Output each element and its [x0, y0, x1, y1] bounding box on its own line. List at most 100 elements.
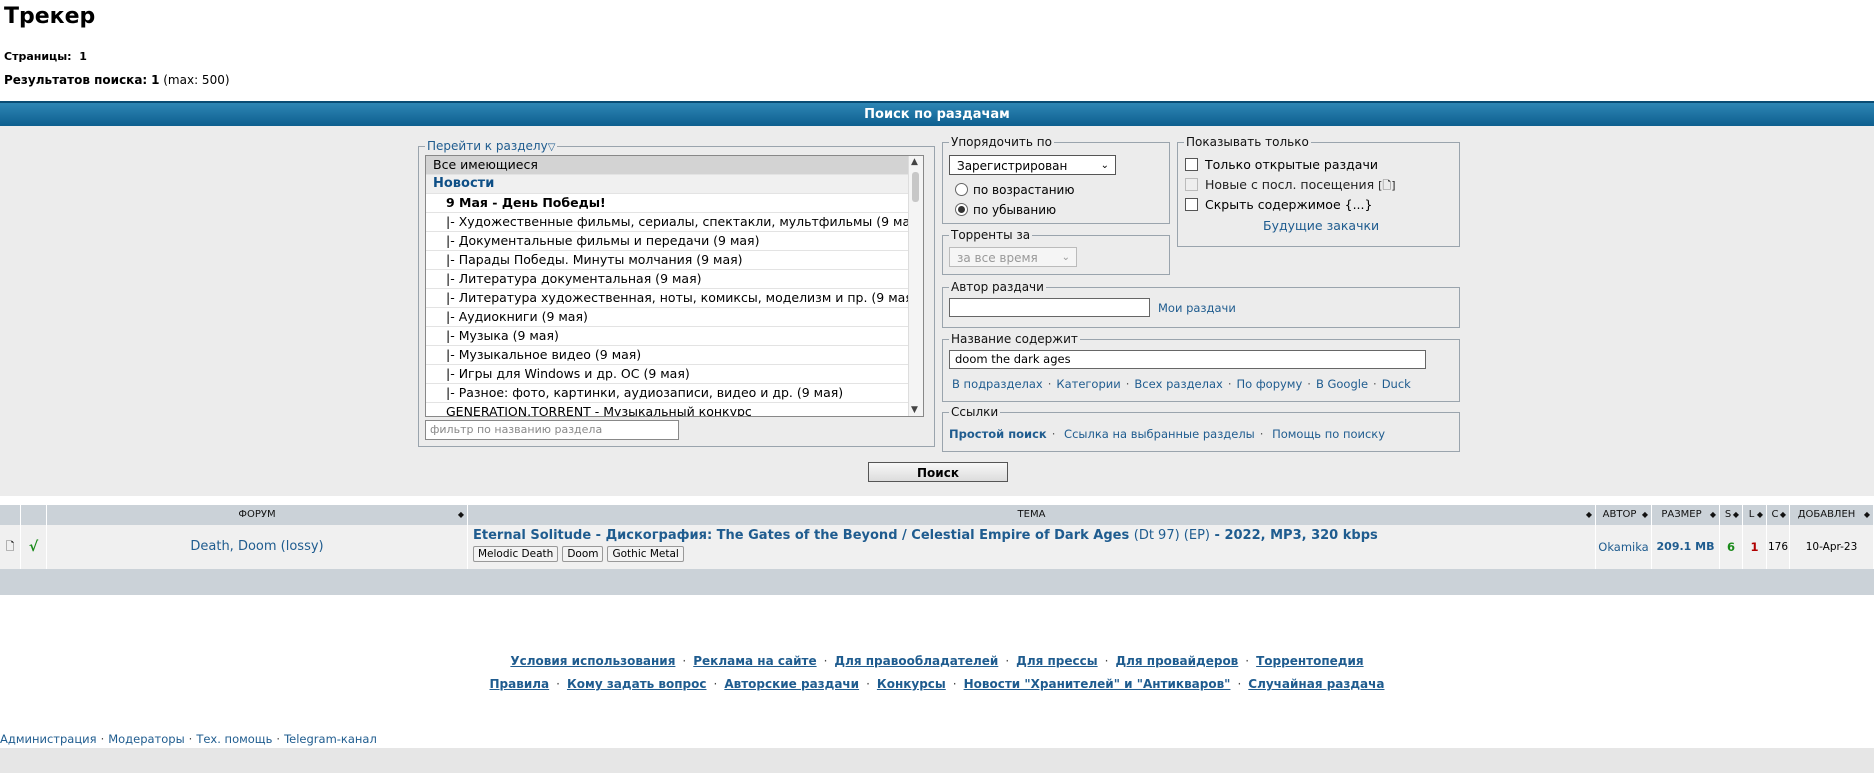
col-seeds-header[interactable]: S ◆ [1720, 505, 1743, 525]
forum-option[interactable]: |- Документальные фильмы и передачи (9 м… [426, 232, 923, 251]
pages-indicator: Страницы: 1 [4, 50, 87, 63]
link-separator: · [100, 732, 105, 746]
section-filter-input[interactable]: фильтр по названию раздела [425, 420, 679, 440]
forum-option[interactable]: Все имеющиеся [426, 156, 923, 175]
sort-desc-radio[interactable]: по убыванию [955, 203, 1056, 217]
pages-value[interactable]: 1 [79, 50, 87, 63]
forum-option[interactable]: Новости [426, 175, 923, 194]
link-separator: · [1227, 377, 1232, 391]
period-select-value: за все время [957, 251, 1038, 265]
col-author-header[interactable]: АВТОР ◆ [1596, 505, 1652, 525]
bottom-bar [0, 748, 1874, 773]
col-leech-header[interactable]: L ◆ [1743, 505, 1767, 525]
sort-select[interactable]: Зарегистрирован ⌄ [949, 155, 1116, 175]
row-forum-link[interactable]: Death, Doom (lossy) [47, 525, 468, 569]
footer-link[interactable]: Правила [490, 677, 550, 691]
link-separator: · [713, 677, 718, 691]
search-scope-link[interactable]: В Google [1316, 377, 1368, 391]
footer-link[interactable]: Реклама на сайте [693, 654, 816, 668]
search-scope-link[interactable]: Всех разделах [1134, 377, 1222, 391]
tag-badge[interactable]: Melodic Death [473, 546, 559, 562]
forum-option[interactable]: |- Литература художественная, ноты, коми… [426, 289, 923, 308]
row-size-link[interactable]: 209.1 MB ↓ [1652, 525, 1720, 597]
bottom-link[interactable]: Telegram-канал [284, 732, 377, 746]
bottom-link[interactable]: Администрация [0, 732, 97, 746]
sort-icon: ◆ [1732, 510, 1739, 519]
forum-option[interactable]: 9 Мая - День Победы! [426, 194, 923, 213]
period-select[interactable]: за все время ⌄ [949, 247, 1077, 267]
link-separator: · [556, 677, 560, 691]
link-separator: · [188, 732, 193, 746]
forum-option[interactable]: |- Аудиокниги (9 мая) [426, 308, 923, 327]
open-only-label: Только открытые раздачи [1205, 157, 1378, 172]
footer-link[interactable]: Для правообладателей [834, 654, 998, 668]
hide-content-checkbox[interactable]: Скрыть содержимое {...} [1185, 197, 1372, 212]
search-scope-link[interactable]: По форуму [1236, 377, 1302, 391]
tag-badge[interactable]: Gothic Metal [607, 546, 684, 562]
future-downloads-link[interactable]: Будущие закачки [1263, 218, 1379, 233]
file-icon: 🗋 [0, 525, 21, 569]
scroll-down-icon[interactable]: ▼ [911, 405, 918, 415]
forum-option[interactable]: |- Музыкальное видео (9 мая) [426, 346, 923, 365]
footer-link[interactable]: Авторские раздачи [724, 677, 859, 691]
link-separator: · [1307, 377, 1311, 391]
search-scope-link[interactable]: Duck [1382, 377, 1411, 391]
forum-option[interactable]: |- Игры для Windows и др. ОС (9 мая) [426, 365, 923, 384]
bottom-link[interactable]: Тех. помощь [196, 732, 272, 746]
results-table-header: ФОРУМ ◆ ТЕМА ◆ АВТОР ◆ РАЗМЕР ◆ S ◆ L ◆ С ◆ ДОБ… [0, 505, 1874, 525]
forum-option[interactable]: |- Музыка (9 мая) [426, 327, 923, 346]
my-torrents-link[interactable]: Мои раздачи [1158, 301, 1236, 315]
search-help-link[interactable]: Помощь по поиску [1272, 427, 1385, 441]
forum-options: Все имеющиеся Новости 9 Мая - День Победы!… [426, 156, 923, 416]
row-seeds: 6 [1720, 525, 1743, 569]
footer-link[interactable]: Кому задать вопрос [567, 677, 707, 691]
results-max: (max: 500) [163, 73, 230, 87]
scroll-up-icon[interactable]: ▲ [911, 157, 918, 167]
title-search-input[interactable]: doom the dark ages [949, 350, 1426, 369]
topic-title-link[interactable]: Eternal Solitude - Дискография: The Gate… [473, 528, 1590, 543]
forum-option[interactable]: |- Литература документальная (9 мая) [426, 270, 923, 289]
link-separator: · [1237, 677, 1242, 691]
footer-links-row1: Условия использования · Реклама на сайте · Д… [0, 654, 1874, 668]
footer-link[interactable]: Торрентопедия [1256, 654, 1363, 668]
approved-check-icon: √ [21, 525, 47, 569]
footer-link[interactable]: Для прессы [1016, 654, 1097, 668]
open-only-checkbox[interactable]: Только открытые раздачи [1185, 157, 1378, 172]
forum-select-list[interactable]: Все имеющиеся Новости 9 Мая - День Победы!… [425, 155, 924, 417]
sort-asc-radio[interactable]: по возрастанию [955, 183, 1074, 197]
bottom-link[interactable]: Модераторы [108, 732, 184, 746]
link-separator: · [1125, 377, 1130, 391]
link-separator: · [276, 732, 281, 746]
tag-badge[interactable]: Doom [562, 546, 604, 562]
author-input[interactable] [949, 298, 1150, 317]
search-scope-link[interactable]: Категории [1056, 377, 1120, 391]
forum-option[interactable]: GENERATION.TORRENT - Музыкальный конкурс [426, 403, 923, 416]
col-topic-header[interactable]: ТЕМА ◆ [468, 505, 1596, 525]
col-added-header[interactable]: ДОБАВЛЕН ◆ [1790, 505, 1874, 525]
forum-option[interactable]: |- Парады Победы. Минуты молчания (9 мая… [426, 251, 923, 270]
forum-option[interactable]: |- Разное: фото, картинки, аудиозаписи, … [426, 384, 923, 403]
new-since-checkbox[interactable]: Новые с посл. посещения [🗋] [1185, 177, 1396, 196]
selected-sections-link[interactable]: Ссылка на выбранные разделы [1064, 427, 1255, 441]
new-since-label: Новые с посл. посещения [1205, 177, 1375, 192]
link-separator: · [1104, 654, 1109, 668]
search-scope-link[interactable]: В подразделах [952, 377, 1043, 391]
search-header-bar: Поиск по раздачам [0, 101, 1874, 127]
forum-option[interactable]: |- Художественные фильмы, сериалы, спект… [426, 213, 923, 232]
col-size-header[interactable]: РАЗМЕР ◆ [1652, 505, 1720, 525]
sort-asc-label: по возрастанию [973, 183, 1075, 197]
scroll-thumb[interactable] [912, 172, 919, 202]
list-scrollbar[interactable]: ▲ ▼ [908, 156, 923, 416]
footer-link[interactable]: Новости "Хранителей" и "Антикваров" [964, 677, 1231, 691]
col-forum-header[interactable]: ФОРУМ ◆ [47, 505, 468, 525]
col-completed-header[interactable]: С ◆ [1767, 505, 1790, 525]
row-author-link[interactable]: Okamika [1596, 525, 1652, 569]
chevron-down-icon[interactable]: ▽ [548, 142, 556, 153]
footer-link[interactable]: Условия использования [510, 654, 675, 668]
simple-search-link[interactable]: Простой поиск [949, 427, 1047, 441]
forum-section-legend[interactable]: Перейти к разделу▽ [425, 139, 557, 153]
footer-link[interactable]: Для провайдеров [1115, 654, 1238, 668]
footer-link[interactable]: Конкурсы [877, 677, 946, 691]
search-button[interactable]: Поиск [868, 462, 1008, 482]
footer-link[interactable]: Случайная раздача [1248, 677, 1384, 691]
